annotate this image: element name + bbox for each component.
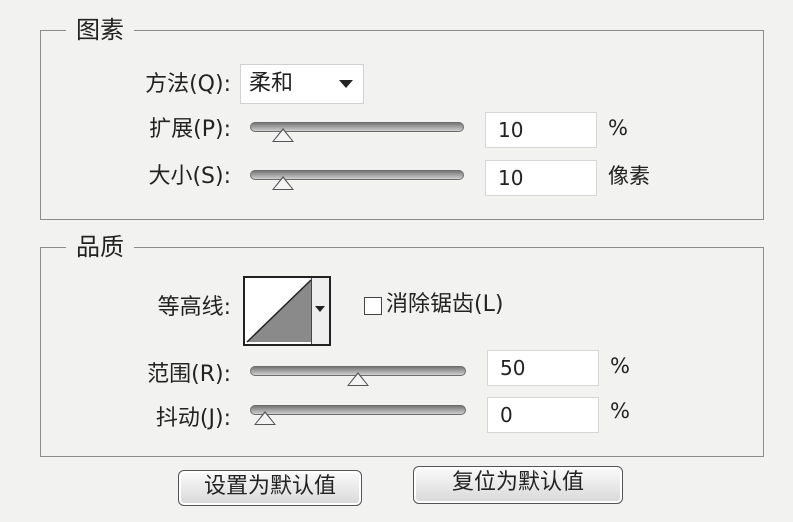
range-label: 范围(R):	[147, 362, 231, 387]
method-select[interactable]: 柔和	[240, 64, 364, 104]
contour-dropdown-button[interactable]	[311, 278, 329, 344]
spread-input[interactable]: 10	[485, 112, 597, 148]
size-slider-thumb[interactable]	[272, 176, 295, 190]
range-input[interactable]: 50	[487, 350, 599, 386]
jitter-slider-thumb[interactable]	[254, 411, 276, 425]
spread-slider-thumb[interactable]	[272, 128, 295, 142]
size-slider[interactable]	[250, 170, 464, 190]
antialias-label: 消除锯齿(L)	[386, 292, 504, 317]
range-slider[interactable]	[250, 366, 466, 386]
elements-title: 图素	[66, 15, 134, 45]
jitter-unit: %	[610, 399, 630, 423]
contour-preview	[246, 279, 312, 343]
quality-group: 品质	[40, 232, 764, 457]
jitter-slider[interactable]	[250, 405, 466, 425]
size-unit: 像素	[608, 164, 650, 188]
method-select-value: 柔和	[249, 71, 294, 96]
jitter-input[interactable]: 0	[487, 397, 599, 433]
size-input[interactable]: 10	[485, 160, 597, 196]
range-slider-thumb[interactable]	[347, 372, 369, 386]
size-label: 大小(S):	[148, 164, 231, 189]
range-unit: %	[610, 354, 630, 378]
spread-label: 扩展(P):	[149, 117, 231, 142]
spread-unit: %	[608, 116, 628, 140]
quality-title: 品质	[66, 232, 134, 262]
spread-slider[interactable]	[250, 122, 464, 142]
contour-label: 等高线:	[157, 295, 231, 320]
contour-picker[interactable]	[243, 276, 331, 346]
jitter-label: 抖动(J):	[155, 406, 231, 431]
antialias-checkbox[interactable]	[364, 297, 382, 315]
reset-default-button[interactable]: 复位为默认值	[413, 466, 623, 504]
set-default-button[interactable]: 设置为默认值	[178, 470, 362, 506]
method-label: 方法(Q):	[145, 72, 231, 97]
chevron-down-icon	[339, 80, 353, 88]
